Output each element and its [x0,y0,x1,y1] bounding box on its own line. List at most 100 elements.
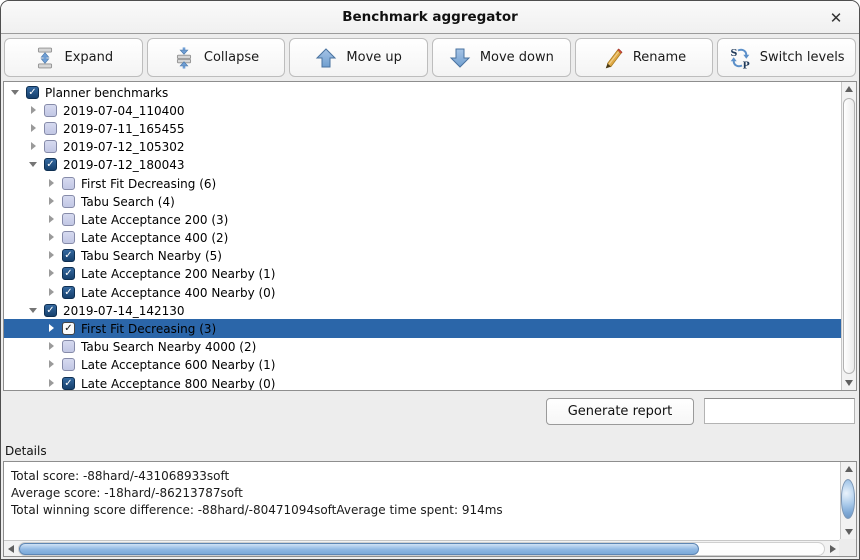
tree-item-label: 2019-07-12_180043 [63,157,185,172]
details-hscroll-thumb[interactable] [19,543,699,555]
tree-item-label: Late Acceptance 400 (2) [81,230,228,245]
collapse-arrow-icon[interactable] [29,159,39,170]
tree-item-label: Late Acceptance 800 Nearby (0) [81,376,276,390]
checkbox[interactable]: ✓ [44,304,57,317]
report-name-field[interactable] [704,398,855,424]
expand-arrow-icon[interactable] [47,287,57,298]
toolbar: Expand Collapse Move up [1,34,859,81]
expand-button[interactable]: Expand [4,38,143,77]
checkbox[interactable]: ✓ [62,377,75,390]
tree-item-label: 2019-07-11_165455 [63,121,185,136]
scroll-down-icon[interactable] [841,525,856,539]
tree-row[interactable]: ✓ Tabu Search Nearby (5) [4,247,841,265]
scroll-left-icon[interactable] [4,541,17,556]
checkbox[interactable]: ✓ [62,322,75,335]
details-line: Total score: -88hard/-431068933soft [11,468,839,485]
checkbox[interactable]: ✓ [26,86,39,99]
expand-arrow-icon[interactable] [47,232,57,243]
checkbox[interactable] [62,358,75,371]
tree-row[interactable]: ✓ Late Acceptance 800 Nearby (0) [4,374,841,390]
details-label: Details [5,444,859,458]
move-down-button[interactable]: Move down [432,38,571,77]
expand-arrow-icon[interactable] [47,323,57,334]
tree-row[interactable]: ✓ First Fit Decreasing (3) [4,319,841,337]
expand-arrow-icon[interactable] [47,178,57,189]
tree-item-label: First Fit Decreasing (3) [81,321,216,336]
tree-vertical-scrollbar[interactable] [841,82,856,390]
tree-item-label: Late Acceptance 400 Nearby (0) [81,285,276,300]
checkbox[interactable] [44,140,57,153]
tree-item-label: Tabu Search Nearby (5) [81,248,222,263]
tree-row[interactable]: 2019-07-12_105302 [4,138,841,156]
details-text: Total score: -88hard/-431068933softAvera… [4,462,839,539]
tree-item-label: 2019-07-14_142130 [63,303,185,318]
tree-row[interactable]: Late Acceptance 200 (3) [4,210,841,228]
scroll-up-icon[interactable] [842,82,856,96]
tree-row[interactable]: 2019-07-04_110400 [4,101,841,119]
details-vscroll-thumb[interactable] [841,479,855,519]
collapse-arrow-icon[interactable] [29,305,39,316]
scroll-down-icon[interactable] [842,376,856,390]
expand-arrow-icon[interactable] [47,359,57,370]
expand-arrow-icon[interactable] [29,105,39,116]
move-up-icon [315,47,337,69]
tree-row[interactable]: 2019-07-11_165455 [4,119,841,137]
collapse-button[interactable]: Collapse [147,38,286,77]
checkbox[interactable]: ✓ [44,158,57,171]
tree-row[interactable]: First Fit Decreasing (6) [4,174,841,192]
svg-text:P: P [742,60,749,69]
tree-row[interactable]: Tabu Search (4) [4,192,841,210]
tree-row[interactable]: ✓ 2019-07-14_142130 [4,301,841,319]
expand-arrow-icon[interactable] [29,141,39,152]
tree-item-label: Tabu Search (4) [81,194,175,209]
tree-row[interactable]: Tabu Search Nearby 4000 (2) [4,338,841,356]
tree-scrollbar-thumb[interactable] [843,98,855,374]
collapse-arrow-icon[interactable] [11,87,21,98]
tree-row[interactable]: ✓ 2019-07-12_180043 [4,156,841,174]
checkbox[interactable]: ✓ [62,267,75,280]
tree-row[interactable]: ✓Planner benchmarks [4,83,841,101]
checkbox[interactable]: ✓ [62,249,75,262]
expand-arrow-icon[interactable] [47,268,57,279]
expand-arrow-icon[interactable] [47,378,57,389]
tree-row[interactable]: ✓ Late Acceptance 200 Nearby (1) [4,265,841,283]
tree-row[interactable]: ✓ Late Acceptance 400 Nearby (0) [4,283,841,301]
expand-button-label: Expand [65,50,114,65]
checkbox[interactable] [44,122,57,135]
benchmark-aggregator-window: Benchmark aggregator ✕ Expand Co [0,0,860,560]
rename-button[interactable]: Rename [575,38,714,77]
rename-button-label: Rename [633,50,686,65]
details-hscroll-track[interactable] [18,542,825,556]
title-bar: Benchmark aggregator ✕ [1,1,859,34]
benchmark-tree-panel: ✓Planner benchmarks 2019-07-04_110400 2019… [3,81,857,391]
checkbox[interactable] [62,231,75,244]
checkbox[interactable] [62,177,75,190]
tree-row[interactable]: Late Acceptance 600 Nearby (1) [4,356,841,374]
close-icon[interactable]: ✕ [825,7,847,29]
checkbox[interactable] [44,104,57,117]
checkbox[interactable] [62,195,75,208]
expand-icon [34,47,56,69]
tree-item-label: Tabu Search Nearby 4000 (2) [81,339,256,354]
tree-item-label: Late Acceptance 200 Nearby (1) [81,266,276,281]
scroll-up-icon[interactable] [841,462,856,476]
checkbox[interactable]: ✓ [62,286,75,299]
generate-report-button[interactable]: Generate report [546,398,694,425]
expand-arrow-icon[interactable] [47,214,57,225]
tree-item-label: 2019-07-04_110400 [63,103,185,118]
switch-levels-button[interactable]: S P Switch levels [717,38,856,77]
move-up-button[interactable]: Move up [289,38,428,77]
expand-arrow-icon[interactable] [29,123,39,134]
move-down-icon [449,47,471,69]
scroll-right-icon[interactable] [826,541,839,556]
details-vertical-scrollbar[interactable] [840,462,856,539]
checkbox[interactable] [62,213,75,226]
expand-arrow-icon[interactable] [47,196,57,207]
report-row: Generate report [1,391,859,431]
details-horizontal-scrollbar[interactable] [4,540,839,556]
rename-icon [602,47,624,69]
expand-arrow-icon[interactable] [47,341,57,352]
checkbox[interactable] [62,340,75,353]
tree-row[interactable]: Late Acceptance 400 (2) [4,229,841,247]
expand-arrow-icon[interactable] [47,250,57,261]
